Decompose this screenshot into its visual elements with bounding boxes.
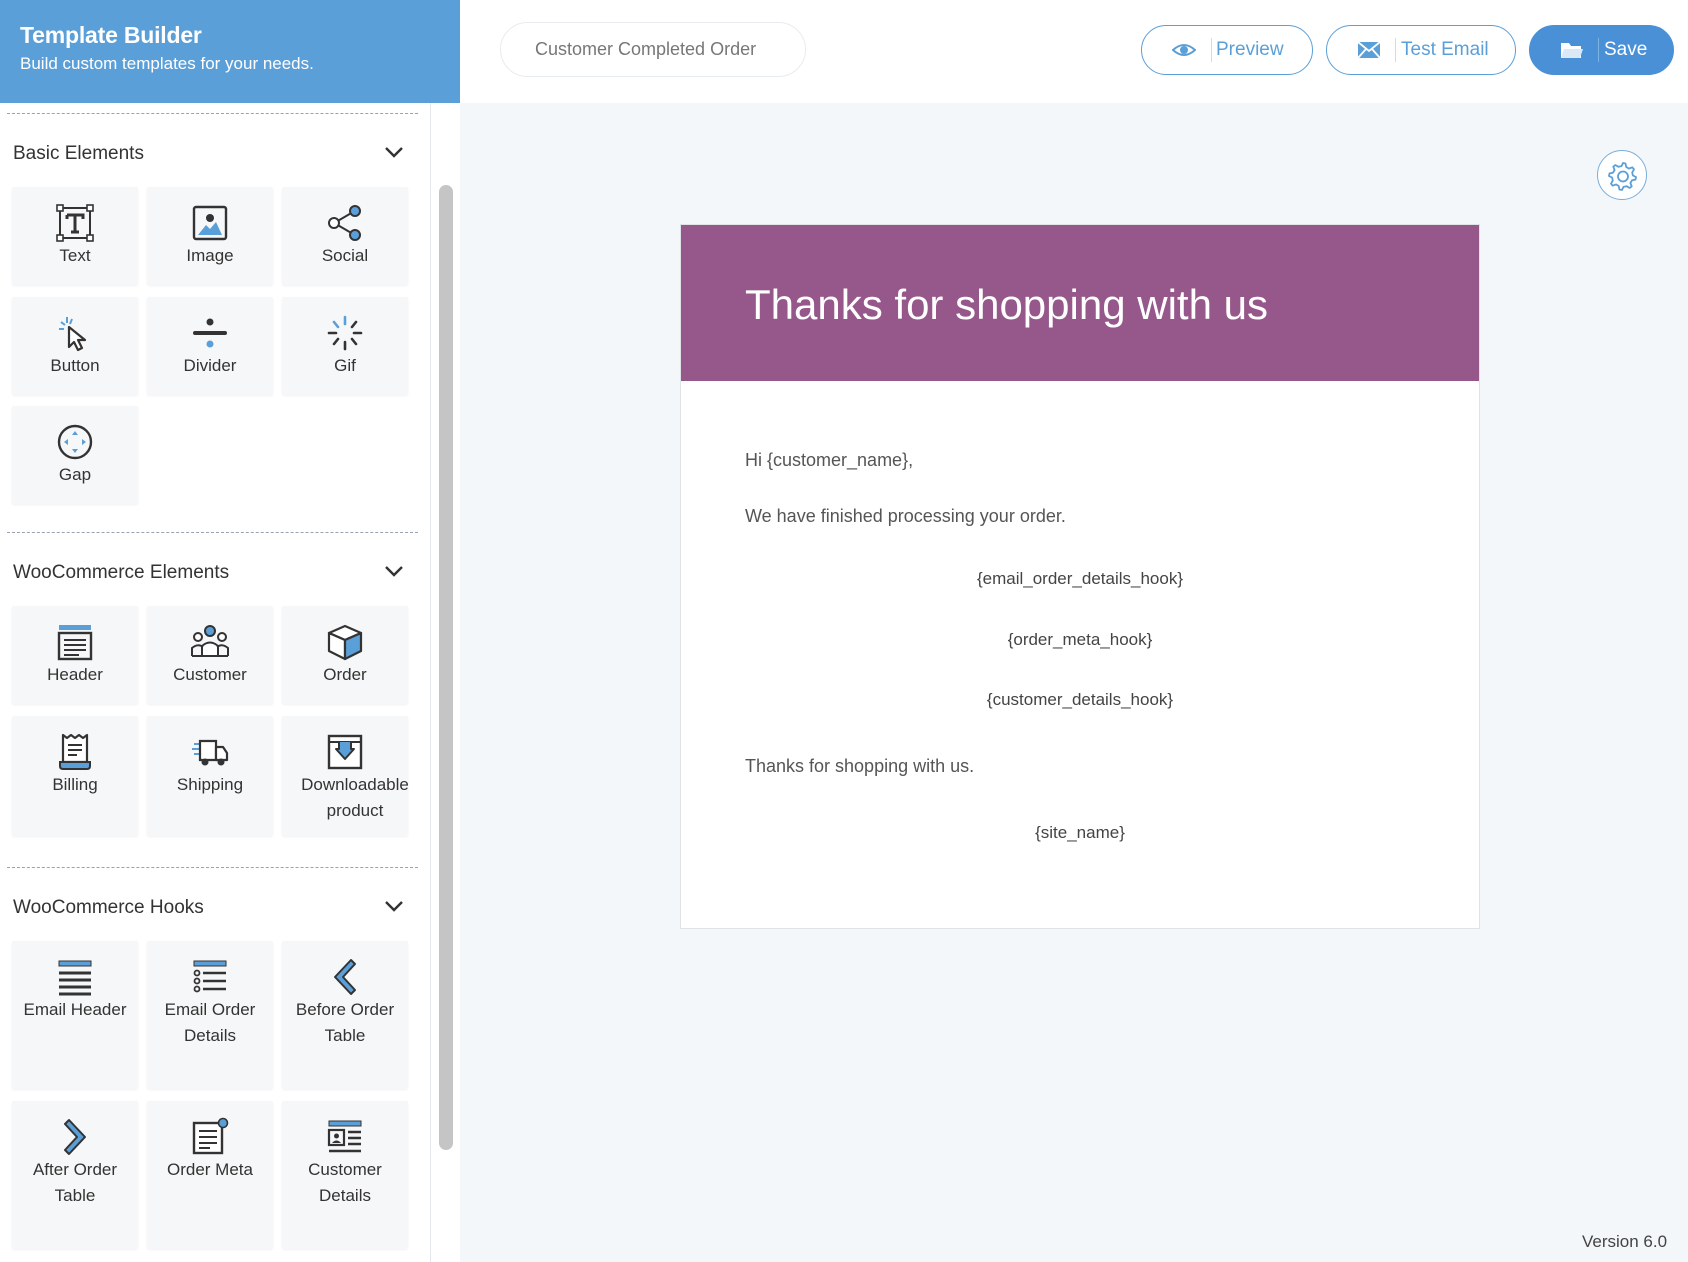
document-meta-icon [192,1117,229,1155]
element-panel: Basic Elements Text Image Social Button … [0,103,430,1262]
email-header-title[interactable]: Thanks for shopping with us [745,281,1268,329]
section-title-woo: WooCommerce Elements [13,562,230,583]
tile-label: Image [186,246,234,265]
package-box-icon [327,624,363,661]
sidebar: Template Builder Build custom templates … [0,0,460,1262]
preview-button[interactable]: Preview [1141,25,1313,75]
save-label: Save [1604,39,1648,60]
share-icon [328,205,361,241]
tile-label: Downloadable product [301,775,409,820]
loading-spinner-icon [327,315,363,351]
chevron-right-icon [64,1119,86,1155]
header-icon [57,625,93,661]
tile-customer[interactable]: Customer [147,606,273,704]
section-title-basic: Basic Elements [13,143,144,164]
tile-after-order-table[interactable]: After Order Table [12,1101,138,1249]
tile-label: Shipping [176,775,244,794]
tile-label: Email Order Details [164,1000,256,1045]
tile-customer-details[interactable]: Customer Details [282,1101,408,1249]
tile-label: Gif [334,356,356,375]
tile-button[interactable]: Button [12,297,138,395]
tile-label: Customer Details [308,1160,382,1205]
tile-text[interactable]: Text [12,187,138,285]
email-closing[interactable]: Thanks for shopping with us. [745,756,974,777]
chevron-down-icon[interactable] [383,560,405,582]
tile-shipping[interactable]: Shipping [147,716,273,836]
tile-label: Email Header [23,1000,127,1019]
email-greeting[interactable]: Hi {customer_name}, [745,450,913,471]
section-divider [7,867,418,868]
tile-label: Divider [183,356,237,375]
scrollbar-thumb[interactable] [439,185,453,1150]
preview-label: Preview [1216,39,1284,60]
tile-divider[interactable]: Divider [147,297,273,395]
tile-label: Header [47,665,103,684]
tile-gap[interactable]: Gap [12,406,138,504]
tile-image[interactable]: Image [147,187,273,285]
gear-icon [1608,162,1637,191]
id-card-icon [327,1120,362,1153]
order-details-hook[interactable]: {email_order_details_hook} [681,569,1479,589]
users-group-icon [191,625,229,657]
template-name-field[interactable]: Customer Completed Order [500,22,806,77]
email-preview: Thanks for shopping with us Hi {customer… [680,224,1480,929]
tile-downloadable-product[interactable]: Downloadable product [282,716,409,836]
list-details-icon [193,960,227,993]
settings-button[interactable] [1597,150,1647,200]
tile-label: Social [321,246,369,265]
chevron-left-icon [334,959,356,995]
tile-billing[interactable]: Billing [12,716,138,836]
cursor-click-icon [59,317,87,352]
envelope-icon [1357,41,1381,59]
toolbar: Customer Completed Order Preview Test Em… [460,0,1688,103]
tile-order[interactable]: Order [282,606,408,704]
customer-details-hook[interactable]: {customer_details_hook} [681,690,1479,710]
tile-label: Button [50,356,100,375]
section-divider [7,532,418,533]
folder-icon [1561,43,1583,58]
tile-label: Gap [58,465,92,484]
brand-title: Template Builder [20,22,202,48]
chevron-down-icon[interactable] [383,895,405,917]
section-title-hooks: WooCommerce Hooks [13,897,204,918]
tile-label: Order Meta [167,1160,253,1179]
divider-icon [193,318,227,348]
brand-banner: Template Builder Build custom templates … [0,0,460,103]
image-icon [192,205,228,241]
chevron-down-icon[interactable] [383,141,405,163]
sidebar-scrollbar[interactable] [430,103,460,1262]
brand-subtitle: Build custom templates for your needs. [20,54,314,73]
section-divider [7,113,418,114]
tile-gif[interactable]: Gif [282,297,408,395]
email-header-block[interactable]: Thanks for shopping with us [681,225,1479,381]
tile-social[interactable]: Social [282,187,408,285]
order-meta-hook[interactable]: {order_meta_hook} [681,630,1479,650]
email-header-icon [58,960,92,996]
tile-order-meta[interactable]: Order Meta [147,1101,273,1249]
tile-label: After Order Table [32,1160,118,1205]
eye-icon [1172,44,1196,56]
email-body-text[interactable]: We have finished processing your order. [745,506,1066,527]
save-button[interactable]: Save [1529,25,1674,75]
tile-label: Order [323,665,367,684]
tile-header[interactable]: Header [12,606,138,704]
site-name[interactable]: {site_name} [681,823,1479,843]
tile-label: Customer [173,665,247,684]
download-icon [327,734,363,770]
tile-email-order-details[interactable]: Email Order Details [147,941,273,1089]
tile-email-header[interactable]: Email Header [12,941,138,1089]
test-email-button[interactable]: Test Email [1326,25,1516,75]
receipt-icon [59,733,91,770]
tile-before-order-table[interactable]: Before Order Table [282,941,408,1089]
gap-icon [57,424,93,460]
tile-label: Billing [52,775,98,794]
delivery-truck-icon [192,739,229,766]
tile-label: Before Order Table [295,1000,395,1045]
tile-label: Text [59,246,91,265]
test-email-label: Test Email [1401,39,1489,60]
text-icon [56,204,94,242]
version-label: Version 6.0 [1582,1232,1668,1251]
